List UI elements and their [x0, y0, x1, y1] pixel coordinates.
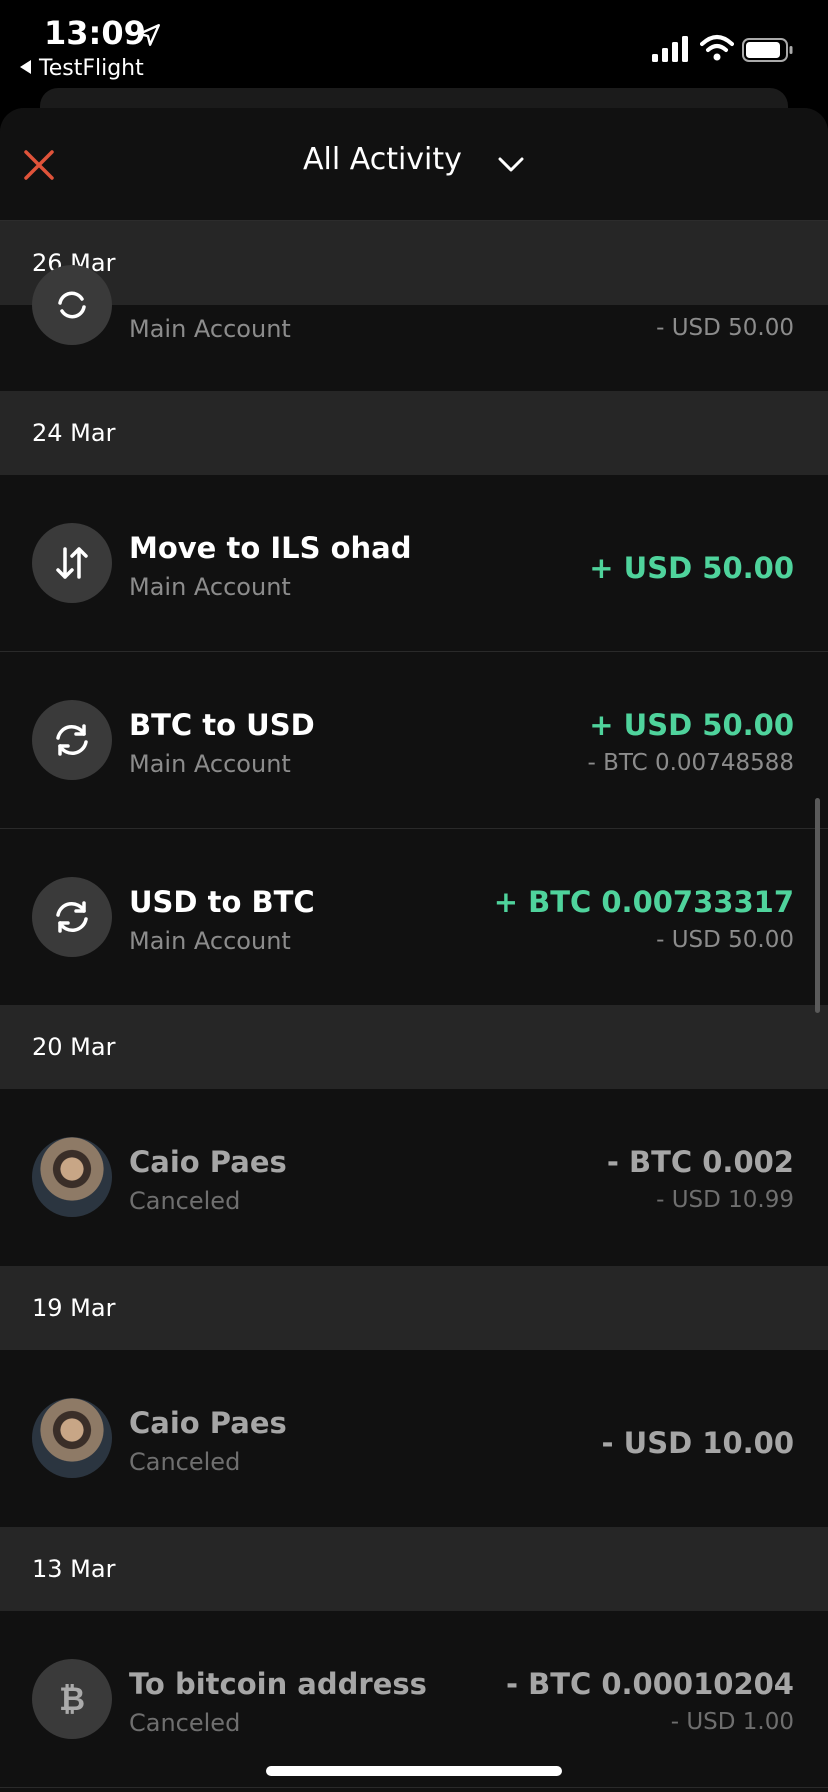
list-item[interactable]: Caio Paes Canceled - BTC 0.002 - USD 10.… — [0, 1089, 828, 1266]
avatar — [32, 1398, 112, 1478]
location-arrow-icon — [138, 24, 160, 46]
list-item[interactable]: Main Account - USD 50.00 — [0, 265, 828, 391]
back-to-testflight[interactable]: TestFlight — [20, 56, 144, 81]
back-triangle-icon — [20, 60, 31, 74]
battery-icon — [742, 38, 793, 62]
date-header: 19 Mar — [0, 1266, 828, 1350]
list-item[interactable]: BTC to USD Main Account + USD 50.00 - BT… — [0, 652, 828, 829]
page-title: All Activity — [302, 142, 462, 177]
transfer-arrows-icon — [32, 523, 112, 603]
activity-filter-dropdown[interactable]: All Activity — [0, 142, 828, 177]
list-item[interactable]: USD to BTC Main Account + BTC 0.00733317… — [0, 829, 828, 1005]
avatar — [32, 1137, 112, 1217]
list-item[interactable]: Caio Paes Canceled - USD 10.00 — [0, 1350, 828, 1527]
bitcoin-icon: ₿ — [32, 1659, 112, 1739]
list-item[interactable]: ₿ To bitcoin address Canceled - BTC 0.00… — [0, 1611, 828, 1788]
list-item[interactable]: Move to ILS ohad Main Account + USD 50.0… — [0, 475, 828, 652]
exchange-icon — [32, 877, 112, 957]
exchange-icon — [32, 265, 112, 345]
sheet-header: All Activity — [0, 108, 828, 221]
scrollbar[interactable] — [815, 798, 820, 1013]
date-header: 26 Mar — [0, 221, 828, 305]
status-time: 13:09 — [44, 14, 146, 52]
date-header: 24 Mar — [0, 391, 828, 475]
svg-text:₿: ₿ — [59, 1680, 85, 1718]
cellular-signal-icon — [652, 36, 688, 62]
date-header: 13 Mar — [0, 1527, 828, 1611]
activity-sheet: All Activity 26 Mar Main Account - USD 5… — [0, 108, 828, 1792]
date-header: 20 Mar — [0, 1005, 828, 1089]
chevron-down-icon — [498, 157, 524, 171]
exchange-icon — [32, 700, 112, 780]
activity-list: 26 Mar Main Account - USD 50.00 24 Mar M… — [0, 221, 828, 1788]
home-indicator[interactable] — [266, 1766, 562, 1776]
wifi-icon — [700, 35, 734, 61]
